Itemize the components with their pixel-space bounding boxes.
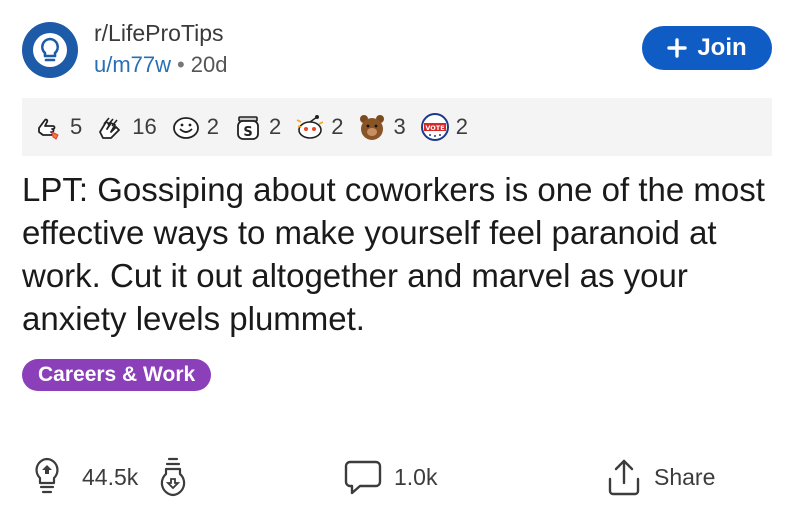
award-item[interactable]: 2	[295, 112, 343, 142]
comment-count: 1.0k	[394, 463, 438, 490]
post-age: 20d	[190, 52, 228, 77]
lightbulb-down-icon[interactable]	[158, 456, 188, 498]
post-flair[interactable]: Careers & Work	[22, 359, 212, 391]
post-action-bar: 44.5k 1.0k Share	[0, 452, 800, 502]
plus-icon	[667, 38, 688, 58]
bear-award-icon	[360, 115, 385, 140]
award-count: 5	[70, 114, 83, 139]
post-header: r/LifeProTips u/m77w • 20d Join	[22, 14, 782, 84]
vote-count: 44.5k	[82, 463, 139, 490]
join-button[interactable]: Join	[642, 26, 772, 70]
award-count: 16	[132, 114, 157, 139]
award-count: 2	[206, 114, 219, 139]
snoo-award-icon	[296, 115, 324, 139]
award-count: 2	[455, 114, 468, 139]
post-meta: u/m77w • 20d	[94, 52, 227, 78]
svg-text:S: S	[243, 125, 252, 140]
post-title[interactable]: LPT: Gossiping about coworkers is one of…	[22, 168, 782, 340]
awards-bar[interactable]: 5 16 2 S 2 2 3 VOTE 2	[22, 98, 772, 156]
award-item[interactable]: 16	[96, 112, 157, 142]
share-icon	[608, 459, 640, 496]
svg-text:VOTE: VOTE	[425, 124, 444, 132]
share-button[interactable]: Share	[606, 452, 715, 502]
award-item[interactable]: 3	[357, 112, 406, 142]
award-item[interactable]: 5	[34, 112, 82, 142]
meta-separator: •	[177, 52, 185, 77]
upvote-button[interactable]: 44.5k	[34, 452, 188, 502]
lightbulb-icon	[33, 33, 67, 67]
award-count: 2	[268, 114, 282, 139]
award-count: 2	[331, 114, 344, 139]
award-count: 3	[393, 114, 406, 139]
lightbulb-up-icon	[35, 457, 59, 494]
award-item[interactable]: VOTE 2	[420, 112, 468, 142]
two-hands-award-icon	[99, 117, 121, 139]
share-label: Share	[654, 463, 716, 490]
coin-jar-award-icon: S	[237, 116, 259, 140]
comment-icon	[344, 460, 382, 495]
vote-badge-award-icon: VOTE	[420, 113, 449, 141]
comments-button[interactable]: 1.0k	[344, 452, 437, 502]
subreddit-avatar[interactable]	[22, 22, 78, 78]
smile-face-award-icon	[172, 117, 199, 139]
award-item[interactable]: S 2	[233, 112, 281, 142]
subreddit-name[interactable]: r/LifeProTips	[94, 20, 224, 47]
join-label: Join	[697, 34, 747, 61]
award-item[interactable]: 2	[171, 112, 219, 142]
thumbs-up-rocket-award-icon	[38, 118, 59, 140]
author-username[interactable]: u/m77w	[94, 52, 171, 77]
